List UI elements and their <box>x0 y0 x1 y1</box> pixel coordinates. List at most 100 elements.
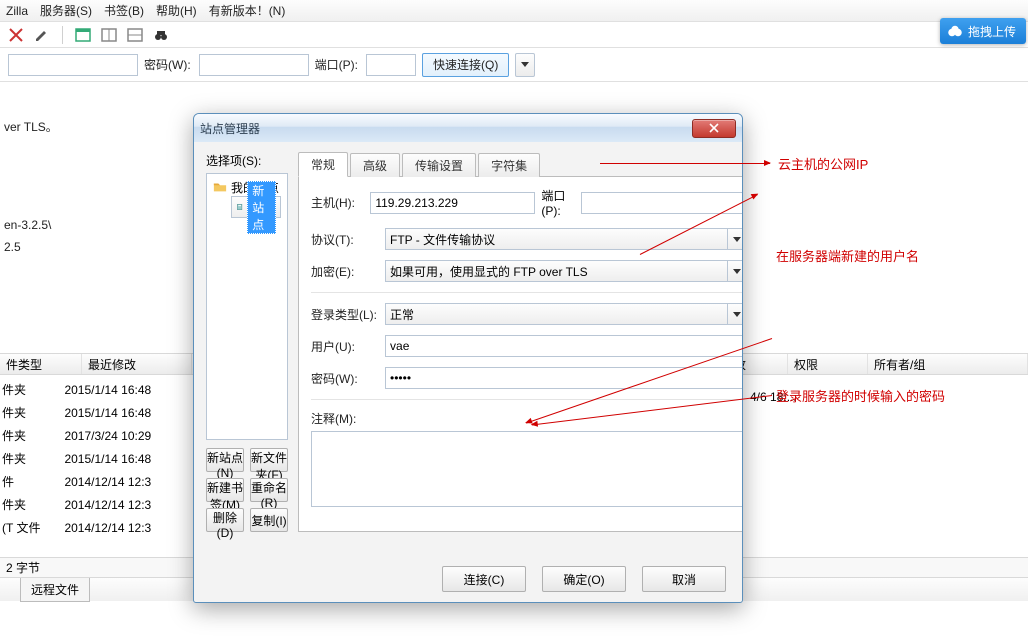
server-icon <box>236 200 243 214</box>
site-buttons: 新站点(N) 新文件夹(F) 新建书签(M) 重命名(R) 删除(D) 复制(I… <box>206 448 288 532</box>
encryption-value: 如果可用，使用显式的 FTP over TLS <box>390 263 588 280</box>
port-field[interactable] <box>581 192 743 214</box>
annotation-1: 云主机的公网IP <box>778 154 868 173</box>
site-tree[interactable]: 我的站点 新站点 <box>206 173 288 440</box>
site-manager-dialog: 站点管理器 选择项(S): 我的站点 新站点 新站点(N) 新文件夹(F) 新建… <box>193 113 743 603</box>
drag-upload-badge[interactable]: 拖拽上传 <box>940 18 1026 44</box>
ok-button[interactable]: 确定(O) <box>542 566 626 592</box>
new-folder-button[interactable]: 新文件夹(F) <box>250 448 288 472</box>
host-field[interactable] <box>370 192 535 214</box>
pane-icon-2[interactable] <box>99 25 119 45</box>
comment-label: 注释(M): <box>311 410 379 427</box>
chevron-down-icon <box>733 269 741 274</box>
col-type[interactable]: 件类型 <box>0 354 82 374</box>
tree-child-label: 新站点 <box>247 181 276 234</box>
file-table: 件夹2015/1/14 16:48 件夹2015/1/14 16:48 件夹20… <box>0 377 175 540</box>
binoculars-icon[interactable] <box>151 25 171 45</box>
bytes-text: 2 字节 <box>6 559 40 576</box>
divider <box>311 292 743 293</box>
dialog-footer-buttons: 连接(C) 确定(O) 取消 <box>442 566 726 592</box>
host-label: 主机(H): <box>311 194 364 211</box>
chevron-down-icon <box>521 62 529 67</box>
dialog-tabs: 常规 高级 传输设置 字符集 <box>298 152 743 176</box>
table-row: 件夹2014/12/14 12:3 <box>2 494 173 515</box>
user-label: 用户(U): <box>311 338 379 355</box>
table-row: 件夹2015/1/14 16:48 <box>2 402 173 423</box>
pane-icon-3[interactable] <box>125 25 145 45</box>
comment-textarea[interactable] <box>311 431 743 507</box>
disconnect-icon[interactable] <box>6 25 26 45</box>
port-label-dlg: 端口(P): <box>541 187 575 218</box>
app-title-fragment: Zilla <box>6 4 28 18</box>
rename-button[interactable]: 重命名(R) <box>250 478 288 502</box>
tab-general[interactable]: 常规 <box>298 152 348 177</box>
menu-new-version[interactable]: 有新版本！(N) <box>209 2 286 19</box>
close-button[interactable] <box>692 119 736 138</box>
new-site-button[interactable]: 新站点(N) <box>206 448 244 472</box>
dialog-title: 站点管理器 <box>200 120 260 137</box>
cloud-icon <box>946 22 964 40</box>
path-fragment-1: en-3.2.5\ <box>4 218 51 232</box>
copy-button[interactable]: 复制(I) <box>250 508 288 532</box>
encryption-label: 加密(E): <box>311 263 379 280</box>
protocol-value: FTP - 文件传输协议 <box>390 231 495 248</box>
cancel-button[interactable]: 取消 <box>642 566 726 592</box>
table-row: 件夹2015/1/14 16:48 <box>2 448 173 469</box>
host-input[interactable] <box>8 54 138 76</box>
login-type-value: 正常 <box>390 306 414 323</box>
tab-panel-general: 主机(H): 端口(P): 协议(T): FTP - 文件传输协议 加密(E):… <box>298 176 743 532</box>
menubar: Zilla 服务器(S) 书签(B) 帮助(H) 有新版本！(N) <box>0 0 1028 22</box>
folder-icon <box>213 180 227 194</box>
port-input[interactable] <box>366 54 416 76</box>
menu-servers[interactable]: 服务器(S) <box>40 2 92 19</box>
login-type-label: 登录类型(L): <box>311 306 379 323</box>
table-row: (T 文件2014/12/14 12:3 <box>2 517 173 538</box>
tab-remote-files[interactable]: 远程文件 <box>20 578 90 602</box>
chevron-down-icon <box>733 237 741 242</box>
col-perm[interactable]: 权限 <box>788 354 868 374</box>
col-modified[interactable]: 最近修改 <box>82 354 192 374</box>
menu-bookmarks[interactable]: 书签(B) <box>104 2 144 19</box>
chevron-down-icon <box>733 312 741 317</box>
new-bookmark-button[interactable]: 新建书签(M) <box>206 478 244 502</box>
pane-icon-1[interactable] <box>73 25 93 45</box>
tree-selected-site[interactable]: 新站点 <box>231 196 281 218</box>
table-row: 件夹2015/1/14 16:48 <box>2 379 173 400</box>
separator <box>62 26 63 44</box>
dialog-left-column: 选择项(S): 我的站点 新站点 新站点(N) 新文件夹(F) 新建书签(M) … <box>206 152 288 532</box>
password-label: 密码(W): <box>144 56 191 73</box>
drag-upload-label: 拖拽上传 <box>968 23 1016 40</box>
toolbar <box>0 22 1028 48</box>
protocol-select[interactable]: FTP - 文件传输协议 <box>385 228 743 250</box>
connect-button[interactable]: 连接(C) <box>442 566 526 592</box>
select-label: 选择项(S): <box>206 152 288 169</box>
divider <box>311 399 743 400</box>
login-type-select[interactable]: 正常 <box>385 303 743 325</box>
tab-advanced[interactable]: 高级 <box>350 153 400 177</box>
path-fragment-2: 2.5 <box>4 240 21 254</box>
password-field[interactable] <box>385 367 743 389</box>
table-header-right: 改 权限 所有者/组 <box>728 353 1028 375</box>
quick-connect-dropdown[interactable] <box>515 53 535 77</box>
password-input[interactable] <box>199 54 309 76</box>
encryption-select[interactable]: 如果可用，使用显式的 FTP over TLS <box>385 260 743 282</box>
user-field[interactable] <box>385 335 743 357</box>
tab-transfer[interactable]: 传输设置 <box>402 153 476 177</box>
protocol-label: 协议(T): <box>311 231 379 248</box>
edit-icon[interactable] <box>32 25 52 45</box>
quick-connect-button[interactable]: 快速连接(Q) <box>422 53 509 77</box>
table-row: 件夹2017/3/24 10:29 <box>2 425 173 446</box>
delete-button[interactable]: 删除(D) <box>206 508 244 532</box>
dialog-titlebar[interactable]: 站点管理器 <box>194 114 742 142</box>
log-text: ver TLS。 <box>4 118 58 135</box>
password-label-dlg: 密码(W): <box>311 370 379 387</box>
port-label: 端口(P): <box>315 56 358 73</box>
menu-help[interactable]: 帮助(H) <box>156 2 197 19</box>
table-row: 件2014/12/14 12:3 <box>2 471 173 492</box>
tab-charset[interactable]: 字符集 <box>478 153 540 177</box>
quick-connect-bar: 密码(W): 端口(P): 快速连接(Q) <box>0 48 1028 82</box>
dialog-right-column: 常规 高级 传输设置 字符集 主机(H): 端口(P): 协议(T): FTP … <box>298 152 743 532</box>
col-owner[interactable]: 所有者/组 <box>868 354 1028 374</box>
annotation-3: 登录服务器的时候输入的密码 <box>776 386 945 405</box>
annotation-arrow-1 <box>600 163 770 164</box>
